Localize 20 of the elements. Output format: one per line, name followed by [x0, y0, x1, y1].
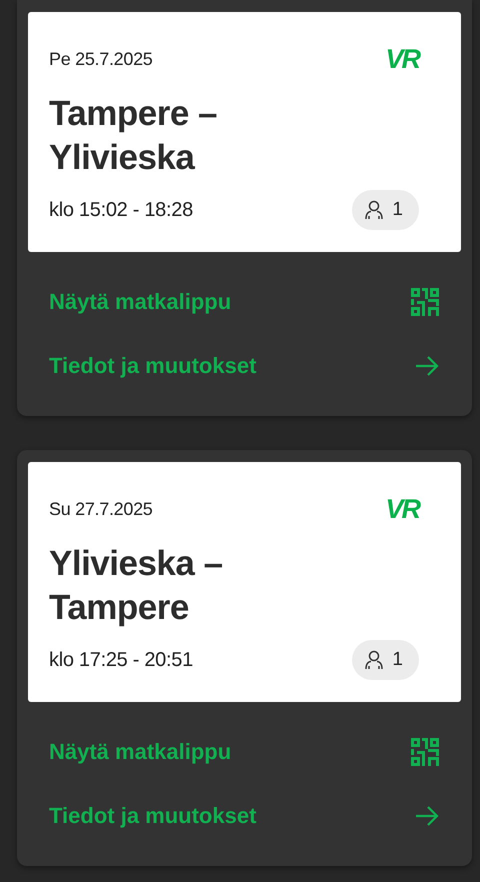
passenger-count: 1 — [392, 199, 403, 221]
route-title: Ylivieska – Tampere — [49, 543, 224, 629]
qr-code-icon — [411, 288, 439, 316]
arrow-right-icon — [415, 356, 439, 376]
qr-code-icon — [411, 738, 439, 766]
person-icon — [364, 200, 384, 220]
trip-time: klo 17:25 - 20:51 — [49, 648, 193, 672]
passenger-count: 1 — [392, 649, 403, 671]
show-ticket-link[interactable]: Näytä matkalippu — [49, 720, 439, 784]
trip-date: Su 27.7.2025 — [49, 499, 152, 520]
arrow-right-icon — [415, 806, 439, 826]
person-icon — [364, 650, 384, 670]
details-link[interactable]: Tiedot ja muutokset — [49, 784, 439, 848]
details-link[interactable]: Tiedot ja muutokset — [49, 334, 439, 398]
brand-logo: VR — [385, 44, 420, 75]
trip-date: Pe 25.7.2025 — [49, 49, 152, 70]
route-title: Tampere – Ylivieska — [49, 93, 218, 179]
show-ticket-link[interactable]: Näytä matkalippu — [49, 270, 439, 334]
trip-time: klo 15:02 - 18:28 — [49, 198, 193, 222]
brand-logo: VR — [385, 494, 420, 525]
